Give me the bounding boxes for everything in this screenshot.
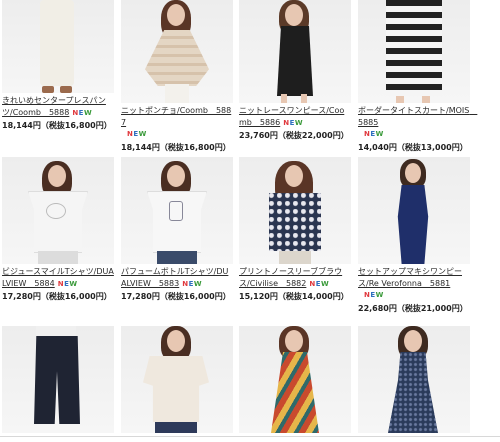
product-card[interactable] xyxy=(121,326,233,433)
product-photo[interactable] xyxy=(358,326,470,433)
new-badge: NEW xyxy=(182,279,203,288)
product-price: 17,280円（税抜16,000円） xyxy=(2,292,112,301)
product-photo[interactable] xyxy=(358,157,470,264)
product-card[interactable] xyxy=(358,326,470,433)
new-badge: NEW xyxy=(309,279,330,288)
product-price: 23,760円（税抜22,000円） xyxy=(239,131,349,140)
garment-shape xyxy=(271,352,319,433)
product-card[interactable]: パフュームボトルTシャツ/DUALVIEW 5883 NEW 17,280円（税抜… xyxy=(121,157,233,302)
product-photo[interactable] xyxy=(121,326,233,433)
product-name-link[interactable]: きれいめセンタープレスパンツ/Coomb 5888 NEW xyxy=(2,95,114,119)
product-card[interactable]: セットアップマキシワンピース/Re Verofonna 5881 NEW 22,6… xyxy=(358,157,470,314)
garment-shape xyxy=(397,185,429,264)
product-photo[interactable] xyxy=(121,157,233,264)
product-card[interactable]: ニットレースワンピース/Coomb 5886 NEW 23,760円（税抜22,0… xyxy=(239,0,351,141)
garment-shape xyxy=(277,26,313,96)
product-photo[interactable] xyxy=(358,0,470,103)
product-price: 18,144円（税抜16,800円） xyxy=(2,121,112,130)
garment-shape xyxy=(388,352,438,433)
garment-shape xyxy=(386,0,442,96)
product-price: 15,120円（税抜14,000円） xyxy=(239,292,349,301)
product-price: 18,144円（税抜16,800円） xyxy=(121,142,231,152)
product-photo[interactable] xyxy=(2,0,114,93)
product-price: 14,040円（税抜13,000円） xyxy=(358,142,468,152)
product-card[interactable]: ビジュースマイルTシャツ/DUALVIEW 5884 NEW 17,280円（税抜… xyxy=(2,157,114,302)
product-price: 17,280円（税抜16,000円） xyxy=(121,292,231,301)
new-badge: NEW xyxy=(364,130,384,138)
product-card[interactable]: きれいめセンタープレスパンツ/Coomb 5888 NEW 18,144円（税抜1… xyxy=(2,0,114,131)
divider xyxy=(0,436,500,437)
product-card[interactable]: プリントノースリーブブラウス/Civilise 5882 NEW 15,120円（… xyxy=(239,157,351,302)
product-name-link[interactable]: ビジュースマイルTシャツ/DUALVIEW 5884 NEW xyxy=(2,266,114,290)
product-name-link[interactable]: プリントノースリーブブラウス/Civilise 5882 NEW xyxy=(239,266,351,290)
product-name-link[interactable]: パフュームボトルTシャツ/DUALVIEW 5883 NEW xyxy=(121,266,233,290)
product-card[interactable]: ボーダータイトスカート/MOIS 5885 NEW 14,040円（税抜13,00… xyxy=(358,0,477,153)
garment-shape xyxy=(145,30,209,86)
product-card[interactable] xyxy=(2,326,114,433)
product-name-link[interactable]: ボーダータイトスカート/MOIS 5885 NEW xyxy=(358,105,477,141)
garment-shape xyxy=(269,193,321,251)
new-badge: NEW xyxy=(57,279,78,288)
product-photo[interactable] xyxy=(2,157,114,264)
product-name-link[interactable]: セットアップマキシワンピース/Re Verofonna 5881 NEW xyxy=(358,266,470,302)
product-card[interactable] xyxy=(239,326,351,433)
product-photo[interactable] xyxy=(121,0,233,103)
garment-shape xyxy=(143,356,209,422)
product-photo[interactable] xyxy=(239,0,351,103)
product-card[interactable]: ニットポンチョ/Coomb 5887 NEW 18,144円（税抜16,800円） xyxy=(121,0,233,153)
product-grid: きれいめセンタープレスパンツ/Coomb 5888 NEW 18,144円（税抜1… xyxy=(0,0,500,442)
product-photo[interactable] xyxy=(2,326,114,433)
product-photo[interactable] xyxy=(239,326,351,433)
new-badge: NEW xyxy=(283,118,304,127)
product-name-link[interactable]: ニットレースワンピース/Coomb 5886 NEW xyxy=(239,105,351,129)
new-badge: NEW xyxy=(72,108,93,117)
product-photo[interactable] xyxy=(239,157,351,264)
product-price: 22,680円（税抜21,000円） xyxy=(358,303,468,313)
garment-shape xyxy=(34,336,80,424)
new-badge: NEW xyxy=(127,130,147,138)
garment-shape xyxy=(40,0,74,86)
garment-shape xyxy=(28,191,88,253)
new-badge: NEW xyxy=(364,291,384,299)
product-name-link[interactable]: ニットポンチョ/Coomb 5887 NEW xyxy=(121,105,233,141)
